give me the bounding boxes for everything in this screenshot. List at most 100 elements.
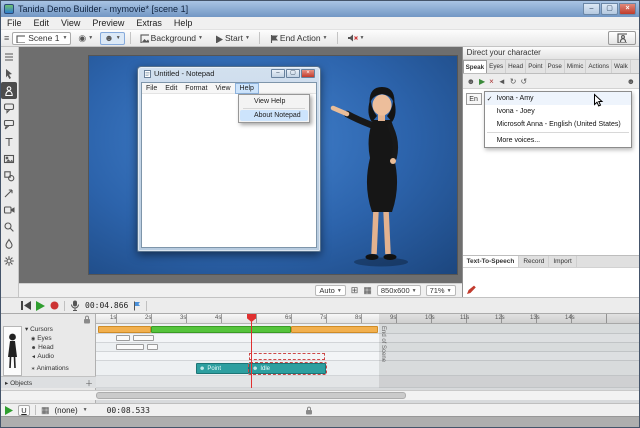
lock-icon[interactable] <box>83 315 91 324</box>
menu-help[interactable]: Help <box>168 18 199 28</box>
add-track-icon[interactable]: ＋ <box>85 378 93 389</box>
voice-item[interactable]: Microsoft Anna - English (United States) <box>485 118 631 131</box>
image-icon[interactable] <box>1 150 17 167</box>
animation-segment-point[interactable]: ☻ Point <box>196 363 249 374</box>
tab-point[interactable]: Point <box>526 60 545 73</box>
scene-notepad-window: Untitled - Notepad – ▢ × File Edit Forma… <box>137 66 321 252</box>
end-action-dropdown[interactable]: End Action▼ <box>265 32 332 45</box>
selection-dropdown-caret[interactable]: ▼ <box>83 407 88 413</box>
character-track-thumbnail[interactable] <box>3 326 22 376</box>
track-cursors[interactable]: ▾ Cursors <box>25 325 53 333</box>
track-eyes[interactable]: ◉ Eyes <box>31 335 52 342</box>
tab-eyes[interactable]: Eyes <box>487 60 506 73</box>
eyes-segment[interactable] <box>116 335 130 341</box>
maximize-button[interactable]: ▢ <box>601 3 618 15</box>
undo-toggle[interactable]: U <box>18 405 30 416</box>
scene-select[interactable]: Scene 1▼ <box>12 32 71 45</box>
menu-preview[interactable]: Preview <box>86 18 130 28</box>
eyes-segment[interactable] <box>133 335 154 341</box>
speech-bubble-icon[interactable] <box>1 99 17 116</box>
voice-item-selected[interactable]: ✓ Ivona - Amy <box>485 92 631 105</box>
menu-file[interactable]: File <box>1 18 28 28</box>
snap-toggle-icon[interactable]: ▦ <box>363 286 372 295</box>
panel-menu-icon[interactable]: ≡ <box>4 34 9 43</box>
notepad-maximize-button: ▢ <box>286 69 300 78</box>
volume-icon[interactable]: ◄ <box>498 77 506 86</box>
droplet-icon[interactable] <box>1 235 17 252</box>
character-icon[interactable] <box>1 82 17 99</box>
scene-lock-icon[interactable] <box>305 406 313 415</box>
speech-text-area[interactable] <box>463 267 639 297</box>
callout-icon[interactable] <box>1 116 17 133</box>
auto-quality-select[interactable]: Auto▼ <box>315 285 345 296</box>
redo-icon[interactable]: ↻ <box>510 77 517 86</box>
grid-toggle-icon[interactable]: ⊞ <box>351 286 359 295</box>
voice-item[interactable]: Ivona - Joey <box>485 105 631 118</box>
scene-stage[interactable]: Untitled - Notepad – ▢ × File Edit Forma… <box>89 56 457 274</box>
track-audio[interactable]: ◄ Audio <box>31 353 54 360</box>
skip-start-button[interactable] <box>21 301 31 310</box>
tab-speak[interactable]: Speak <box>463 60 488 73</box>
menu-view[interactable]: View <box>55 18 86 28</box>
tab-pose[interactable]: Pose <box>546 60 565 73</box>
tab-mimic[interactable]: Mimic <box>565 60 586 73</box>
titlebar: Tanida Demo Builder - mymovie* [scene 1]… <box>1 1 639 17</box>
notepad-minimize-button: – <box>271 69 285 78</box>
menu-icon[interactable] <box>1 48 17 65</box>
select-icon[interactable] <box>1 65 17 82</box>
start-dropdown[interactable]: Start▼ <box>210 32 254 45</box>
zoom-icon[interactable] <box>1 218 17 235</box>
audio-selection[interactable] <box>249 353 325 360</box>
undo-icon[interactable]: ↺ <box>520 77 527 86</box>
microphone-icon[interactable] <box>70 300 80 311</box>
mute-audio-button[interactable]: ▼ <box>343 32 369 45</box>
cursor-segment-active[interactable] <box>151 326 291 333</box>
head-segment[interactable] <box>116 344 144 350</box>
record-button[interactable] <box>50 301 59 310</box>
presenter-character[interactable] <box>314 84 434 274</box>
cursor-segment[interactable] <box>98 326 151 333</box>
animation-segment-idle[interactable]: ☻ Idle <box>249 363 326 374</box>
track-animations[interactable]: ∗ Animations <box>31 365 69 372</box>
visibility-button[interactable]: ◉▼ <box>74 32 97 45</box>
track-head[interactable]: ☻ Head <box>31 344 54 351</box>
menu-edit[interactable]: Edit <box>28 18 56 28</box>
character-panel-toggle[interactable] <box>608 31 636 45</box>
settings-icon[interactable] <box>1 252 17 269</box>
menu-extras[interactable]: Extras <box>130 18 168 28</box>
play-speech-icon[interactable]: ▶ <box>479 77 485 86</box>
zoom-select[interactable]: 71%▼ <box>426 285 456 296</box>
voice-settings-icon[interactable]: ☻ <box>627 77 635 86</box>
play-button[interactable] <box>36 301 45 311</box>
tab-actions[interactable]: Actions <box>586 60 612 73</box>
video-icon[interactable] <box>1 201 17 218</box>
edit-canvas[interactable]: Untitled - Notepad – ▢ × File Edit Forma… <box>19 47 462 283</box>
timeline-scrollbar[interactable] <box>1 390 639 400</box>
language-badge[interactable]: En <box>466 93 482 105</box>
tab-walk[interactable]: Walk <box>612 60 631 73</box>
more-voices-item[interactable]: More voices... <box>485 134 631 147</box>
scene-icon <box>16 34 25 43</box>
tab-text-to-speech[interactable]: Text-To-Speech <box>463 256 520 267</box>
arrow-icon[interactable] <box>1 184 17 201</box>
tab-import[interactable]: Import <box>549 256 576 267</box>
preview-play-icon[interactable] <box>5 406 13 415</box>
cursor-segment[interactable] <box>291 326 378 333</box>
tab-head[interactable]: Head <box>506 60 526 73</box>
minimize-button[interactable]: – <box>583 3 600 15</box>
selection-label[interactable]: (none) <box>55 406 78 415</box>
shapes-icon[interactable] <box>1 167 17 184</box>
character-button[interactable]: ☻▼ <box>100 32 124 45</box>
resolution-select[interactable]: 850x600▼ <box>377 285 421 296</box>
delete-speech-icon[interactable]: × <box>489 77 494 86</box>
tab-record[interactable]: Record <box>519 256 549 267</box>
marker-icon[interactable] <box>133 301 141 311</box>
head-segment[interactable] <box>147 344 158 350</box>
add-speech-icon[interactable]: ☻ <box>467 77 475 86</box>
playhead-line[interactable] <box>251 314 252 388</box>
close-button[interactable]: × <box>619 3 636 15</box>
track-objects[interactable]: ▸ Objects <box>5 379 32 387</box>
text-icon[interactable] <box>1 133 17 150</box>
background-dropdown[interactable]: Background▼ <box>136 32 207 45</box>
timeline-scrollbar-thumb[interactable] <box>96 392 406 399</box>
